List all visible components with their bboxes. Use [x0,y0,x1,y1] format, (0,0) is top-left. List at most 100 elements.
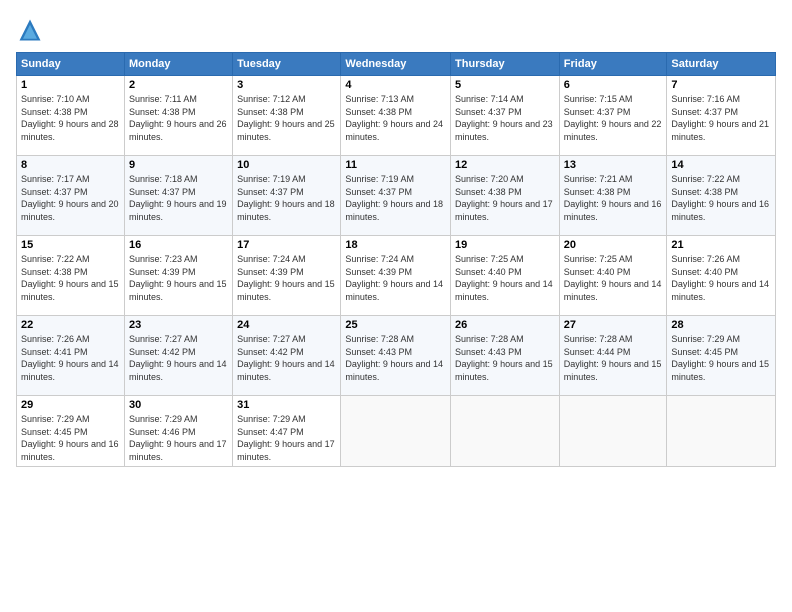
sunrise: Sunrise: 7:16 AM [671,94,740,104]
calendar-cell: 17 Sunrise: 7:24 AM Sunset: 4:39 PM Dayl… [233,236,341,316]
day-number: 5 [455,79,555,91]
sunset: Sunset: 4:37 PM [129,187,196,197]
calendar-cell: 29 Sunrise: 7:29 AM Sunset: 4:45 PM Dayl… [17,396,125,467]
calendar-week-2: 8 Sunrise: 7:17 AM Sunset: 4:37 PM Dayli… [17,156,776,236]
daylight: Daylight: 9 hours and 22 minutes. [564,119,662,142]
calendar-cell: 16 Sunrise: 7:23 AM Sunset: 4:39 PM Dayl… [124,236,232,316]
day-number: 9 [129,159,228,171]
day-number: 1 [21,79,120,91]
day-number: 23 [129,319,228,331]
daylight: Daylight: 9 hours and 17 minutes. [237,439,335,462]
calendar-cell: 10 Sunrise: 7:19 AM Sunset: 4:37 PM Dayl… [233,156,341,236]
day-number: 22 [21,319,120,331]
sunset: Sunset: 4:38 PM [345,107,412,117]
sunrise: Sunrise: 7:28 AM [455,334,524,344]
calendar-cell: 8 Sunrise: 7:17 AM Sunset: 4:37 PM Dayli… [17,156,125,236]
sunrise: Sunrise: 7:24 AM [237,254,306,264]
day-info: Sunrise: 7:28 AM Sunset: 4:44 PM Dayligh… [564,333,663,383]
day-info: Sunrise: 7:26 AM Sunset: 4:41 PM Dayligh… [21,333,120,383]
daylight: Daylight: 9 hours and 15 minutes. [129,279,227,302]
calendar-cell [667,396,776,467]
sunset: Sunset: 4:38 PM [671,187,738,197]
day-number: 29 [21,399,120,411]
sunrise: Sunrise: 7:19 AM [237,174,306,184]
sunset: Sunset: 4:43 PM [455,347,522,357]
day-info: Sunrise: 7:29 AM Sunset: 4:45 PM Dayligh… [671,333,771,383]
calendar-cell: 30 Sunrise: 7:29 AM Sunset: 4:46 PM Dayl… [124,396,232,467]
day-number: 2 [129,79,228,91]
day-number: 13 [564,159,663,171]
logo-area [16,16,48,44]
header-wednesday: Wednesday [341,53,451,76]
day-info: Sunrise: 7:18 AM Sunset: 4:37 PM Dayligh… [129,173,228,223]
daylight: Daylight: 9 hours and 14 minutes. [345,359,443,382]
sunrise: Sunrise: 7:26 AM [671,254,740,264]
daylight: Daylight: 9 hours and 26 minutes. [129,119,227,142]
daylight: Daylight: 9 hours and 25 minutes. [237,119,335,142]
sunrise: Sunrise: 7:28 AM [345,334,414,344]
calendar-cell: 20 Sunrise: 7:25 AM Sunset: 4:40 PM Dayl… [559,236,667,316]
sunrise: Sunrise: 7:13 AM [345,94,414,104]
calendar-cell: 26 Sunrise: 7:28 AM Sunset: 4:43 PM Dayl… [451,316,560,396]
sunrise: Sunrise: 7:20 AM [455,174,524,184]
day-info: Sunrise: 7:13 AM Sunset: 4:38 PM Dayligh… [345,93,446,143]
day-info: Sunrise: 7:15 AM Sunset: 4:37 PM Dayligh… [564,93,663,143]
sunset: Sunset: 4:38 PM [21,107,88,117]
sunset: Sunset: 4:42 PM [237,347,304,357]
daylight: Daylight: 9 hours and 14 minutes. [237,359,335,382]
calendar-week-3: 15 Sunrise: 7:22 AM Sunset: 4:38 PM Dayl… [17,236,776,316]
sunrise: Sunrise: 7:22 AM [671,174,740,184]
sunset: Sunset: 4:42 PM [129,347,196,357]
header-monday: Monday [124,53,232,76]
calendar-cell: 11 Sunrise: 7:19 AM Sunset: 4:37 PM Dayl… [341,156,451,236]
calendar-week-1: 1 Sunrise: 7:10 AM Sunset: 4:38 PM Dayli… [17,76,776,156]
day-number: 6 [564,79,663,91]
calendar-cell: 6 Sunrise: 7:15 AM Sunset: 4:37 PM Dayli… [559,76,667,156]
sunset: Sunset: 4:41 PM [21,347,88,357]
day-number: 31 [237,399,336,411]
calendar-cell: 28 Sunrise: 7:29 AM Sunset: 4:45 PM Dayl… [667,316,776,396]
day-info: Sunrise: 7:17 AM Sunset: 4:37 PM Dayligh… [21,173,120,223]
header-sunday: Sunday [17,53,125,76]
sunset: Sunset: 4:38 PM [455,187,522,197]
sunrise: Sunrise: 7:25 AM [455,254,524,264]
day-info: Sunrise: 7:26 AM Sunset: 4:40 PM Dayligh… [671,253,771,303]
sunrise: Sunrise: 7:29 AM [671,334,740,344]
day-info: Sunrise: 7:28 AM Sunset: 4:43 PM Dayligh… [455,333,555,383]
sunset: Sunset: 4:37 PM [237,187,304,197]
sunset: Sunset: 4:40 PM [564,267,631,277]
daylight: Daylight: 9 hours and 17 minutes. [455,199,553,222]
header-saturday: Saturday [667,53,776,76]
sunrise: Sunrise: 7:12 AM [237,94,306,104]
day-info: Sunrise: 7:23 AM Sunset: 4:39 PM Dayligh… [129,253,228,303]
daylight: Daylight: 9 hours and 16 minutes. [671,199,769,222]
daylight: Daylight: 9 hours and 20 minutes. [21,199,119,222]
day-info: Sunrise: 7:16 AM Sunset: 4:37 PM Dayligh… [671,93,771,143]
sunrise: Sunrise: 7:24 AM [345,254,414,264]
sunrise: Sunrise: 7:29 AM [21,414,90,424]
sunrise: Sunrise: 7:19 AM [345,174,414,184]
daylight: Daylight: 9 hours and 28 minutes. [21,119,119,142]
day-number: 10 [237,159,336,171]
calendar-cell [451,396,560,467]
sunrise: Sunrise: 7:23 AM [129,254,198,264]
sunset: Sunset: 4:44 PM [564,347,631,357]
day-info: Sunrise: 7:10 AM Sunset: 4:38 PM Dayligh… [21,93,120,143]
daylight: Daylight: 9 hours and 24 minutes. [345,119,443,142]
daylight: Daylight: 9 hours and 14 minutes. [564,279,662,302]
day-info: Sunrise: 7:28 AM Sunset: 4:43 PM Dayligh… [345,333,446,383]
calendar-page: SundayMondayTuesdayWednesdayThursdayFrid… [0,0,792,612]
sunset: Sunset: 4:39 PM [237,267,304,277]
calendar-cell: 12 Sunrise: 7:20 AM Sunset: 4:38 PM Dayl… [451,156,560,236]
day-info: Sunrise: 7:20 AM Sunset: 4:38 PM Dayligh… [455,173,555,223]
day-number: 11 [345,159,446,171]
daylight: Daylight: 9 hours and 23 minutes. [455,119,553,142]
day-info: Sunrise: 7:19 AM Sunset: 4:37 PM Dayligh… [345,173,446,223]
sunset: Sunset: 4:47 PM [237,427,304,437]
calendar-week-4: 22 Sunrise: 7:26 AM Sunset: 4:41 PM Dayl… [17,316,776,396]
day-number: 25 [345,319,446,331]
logo-icon [16,16,44,44]
calendar-cell: 18 Sunrise: 7:24 AM Sunset: 4:39 PM Dayl… [341,236,451,316]
sunset: Sunset: 4:38 PM [21,267,88,277]
day-number: 4 [345,79,446,91]
